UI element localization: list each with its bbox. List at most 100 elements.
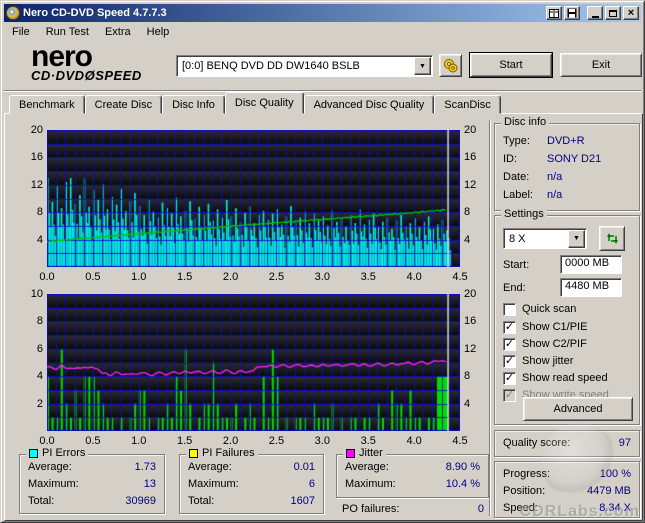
speed-select-arrow[interactable]: ▼: [568, 229, 585, 248]
results-icon: [549, 8, 559, 18]
jitter-value-1: 10.4 %: [445, 478, 480, 490]
refresh-button[interactable]: [599, 226, 625, 251]
maximize-button[interactable]: [605, 6, 621, 20]
jitter-panel: Jitter Average: 8.90 % Maximum: 10.4 %: [336, 447, 489, 498]
chevron-down-icon: ▼: [419, 62, 426, 70]
pi-errors-row-1: Maximum: 13: [28, 478, 156, 493]
chart1-x-0.0: 0.0: [39, 271, 55, 283]
checkbox-box[interactable]: ✓: [503, 371, 516, 385]
minimize-icon: [591, 15, 599, 18]
chart2-x-4.5: 4.5: [452, 435, 468, 447]
checkbox-show-read-speed[interactable]: ✓ Show read speed: [503, 371, 608, 385]
drive-select-arrow[interactable]: ▼: [414, 57, 431, 75]
chart1-yleft-16: 16: [30, 151, 43, 164]
pi-failures-swatch: [189, 448, 198, 458]
menu-run-test[interactable]: Run Test: [38, 24, 97, 40]
chart1-x-4.5: 4.5: [452, 271, 468, 283]
drive-select[interactable]: [0:0] BENQ DVD DD DW1640 BSLB ▼: [176, 55, 433, 77]
pi-errors-swatch: [29, 448, 38, 458]
menu-extra[interactable]: Extra: [97, 24, 139, 40]
end-field[interactable]: 4480 MB: [560, 278, 622, 297]
progress-row-2: Speed: 8.34 X: [503, 502, 631, 517]
quality-score-value: 97: [618, 437, 631, 449]
close-button[interactable]: ×: [623, 6, 639, 20]
pi-errors-chart: [47, 130, 460, 267]
chart2-x-1.0: 1.0: [131, 435, 147, 447]
pi-failures-label-0: Average:: [188, 461, 232, 473]
chart1-x-2.5: 2.5: [268, 271, 285, 283]
tab-scandisc[interactable]: ScanDisc: [434, 95, 501, 114]
exit-button[interactable]: Exit: [560, 53, 642, 77]
checkbox-box[interactable]: [503, 302, 516, 316]
checkbox-box[interactable]: ✓: [503, 320, 516, 334]
start-field[interactable]: 0000 MB: [560, 255, 622, 274]
chart1-x-1.5: 1.5: [177, 271, 193, 283]
refresh-icon: [606, 233, 618, 244]
settings-group: Settings 8 X ▼ Start: 0000 MB End: 4480 …: [494, 208, 640, 425]
end-field-label: End:: [503, 282, 526, 294]
menu-file[interactable]: File: [4, 24, 38, 40]
checkbox-quick-scan[interactable]: Quick scan: [503, 302, 576, 316]
checkbox-show-jitter[interactable]: ✓ Show jitter: [503, 354, 573, 368]
panel-separator: [489, 120, 491, 516]
tab-disc-info[interactable]: Disc Info: [162, 95, 225, 114]
advanced-button[interactable]: Advanced: [523, 397, 633, 421]
disc-hand-icon: [444, 59, 458, 73]
chart1-yleft-12: 12: [30, 178, 43, 191]
checkbox-box[interactable]: ✓: [503, 337, 516, 351]
chart1-x-0.5: 0.5: [85, 271, 101, 283]
start-button[interactable]: Start: [469, 52, 553, 78]
results-button[interactable]: [546, 6, 562, 20]
jitter-swatch: [346, 448, 355, 458]
chart2-x-0.5: 0.5: [85, 435, 101, 447]
pi-errors-row-0: Average: 1.73: [28, 461, 156, 476]
checkbox-box: ✓: [503, 388, 516, 402]
pi-failures-label-1: Maximum:: [188, 478, 239, 490]
chart1-yright-12: 12: [464, 178, 477, 191]
chart2-yleft-10: 10: [30, 288, 43, 300]
chart2-x-3.0: 3.0: [314, 435, 330, 447]
pi-errors-title: PI Errors: [42, 447, 86, 459]
eject-drive-button[interactable]: [439, 54, 462, 77]
checkbox-label: Show C2/PIF: [522, 338, 587, 350]
checkbox-label: Quick scan: [522, 303, 577, 315]
tab-create-disc[interactable]: Create Disc: [84, 95, 163, 114]
menu-help[interactable]: Help: [139, 24, 178, 40]
jitter-title: Jitter: [359, 447, 383, 459]
disc-info-group: Disc info Type: DVD+R ID: SONY D21 Date: n/a L…: [494, 116, 640, 211]
chart2-yleft-6: 6: [36, 342, 43, 355]
jitter-value-0: 8.90 %: [445, 461, 480, 473]
minimize-button[interactable]: [587, 6, 603, 20]
pi-errors-label-1: Maximum:: [28, 478, 79, 490]
checkbox-label: Show read speed: [522, 372, 608, 384]
menubar: File Run Test Extra Help: [4, 22, 641, 42]
disc-info-label-3: Label:: [503, 189, 533, 201]
checkbox-show-c2-pif[interactable]: ✓ Show C2/PIF: [503, 337, 587, 351]
chart1-yright-8: 8: [464, 206, 471, 219]
nero-logo: nero CD·DVDØSPEED: [31, 42, 171, 83]
chart1-x-1.0: 1.0: [131, 271, 147, 283]
progress-value-0: 100 %: [599, 468, 631, 480]
chart2-yright-12: 12: [464, 342, 477, 355]
tab-benchmark[interactable]: Benchmark: [9, 95, 85, 114]
chart2-yright-16: 16: [464, 315, 477, 328]
chevron-down-icon: ▼: [573, 235, 580, 242]
chart2-x-0.0: 0.0: [39, 435, 55, 447]
pi-failures-chart: [47, 294, 460, 431]
window-title: Nero CD-DVD Speed 4.7.7.3: [23, 7, 167, 19]
pi-errors-value-0: 1.73: [134, 461, 156, 473]
pi-failures-row-0: Average: 0.01: [188, 461, 315, 476]
speed-select[interactable]: 8 X ▼: [503, 228, 587, 249]
save-button[interactable]: [564, 6, 580, 20]
chart2-x-2.5: 2.5: [268, 435, 285, 447]
checkbox-label: Show C1/PIE: [522, 321, 588, 333]
jitter-row-0: Average: 8.90 %: [345, 461, 480, 476]
tab-advanced-disc-quality[interactable]: Advanced Disc Quality: [303, 95, 435, 114]
checkbox-box[interactable]: ✓: [503, 354, 516, 368]
checkbox-show-c1-pie[interactable]: ✓ Show C1/PIE: [503, 320, 587, 334]
disc-info-label-0: Type:: [503, 135, 530, 147]
tab-disc-quality[interactable]: Disc Quality: [224, 92, 304, 114]
chart2-x-3.5: 3.5: [360, 435, 376, 447]
po-failures-row: PO failures: 0: [342, 503, 484, 518]
speed-select-value: 8 X: [509, 232, 526, 245]
